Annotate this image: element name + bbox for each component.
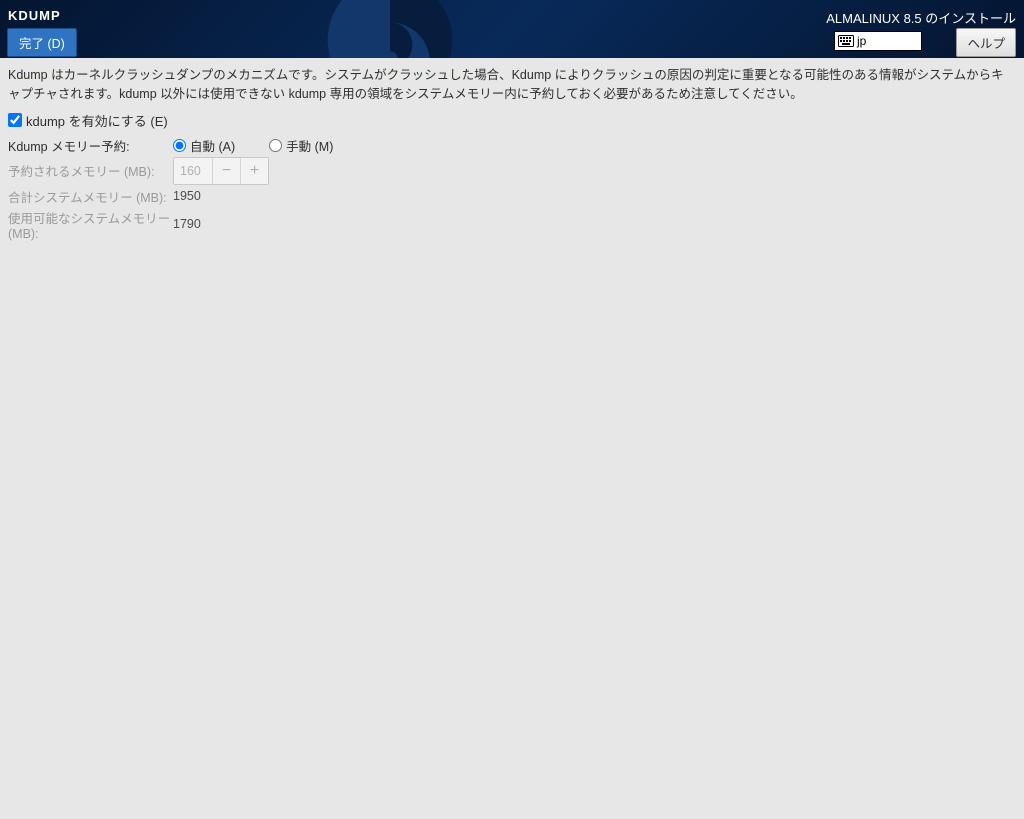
brand-swirl-icon [310, 0, 470, 58]
help-button[interactable]: ヘルプ [956, 28, 1016, 57]
keyboard-layout-label: jp [857, 34, 866, 48]
memory-reservation-manual-label: 手動 (M) [286, 136, 333, 155]
content-area: Kdump はカーネルクラッシュダンプのメカニズムです。システムがクラッシュした… [0, 58, 1024, 249]
keyboard-icon [838, 35, 854, 47]
total-memory-value: 1950 [173, 189, 1016, 203]
page-title: KDUMP [8, 8, 61, 23]
kdump-description: Kdump はカーネルクラッシュダンプのメカニズムです。システムがクラッシュした… [8, 66, 1016, 105]
memory-reservation-auto-radio[interactable] [173, 139, 186, 152]
memory-reservation-radio-group: 自動 (A) 手動 (M) [173, 136, 1016, 155]
total-memory-label: 合計システムメモリー (MB): [8, 187, 173, 206]
memory-reservation-label: Kdump メモリー予約: [8, 136, 173, 155]
memory-reservation-manual-radio[interactable] [269, 139, 282, 152]
done-button[interactable]: 完了 (D) [7, 28, 77, 57]
usable-memory-value: 1790 [173, 217, 1016, 231]
reserved-memory-decrement-button: − [212, 158, 240, 184]
reserved-memory-spinner: − + [173, 157, 269, 185]
reserved-memory-input [174, 158, 212, 184]
keyboard-layout-selector[interactable]: jp [834, 31, 922, 51]
header: KDUMP 完了 (D) ALMALINUX 8.5 のインストール jp ヘル… [0, 0, 1024, 58]
memory-reservation-auto-label: 自動 (A) [190, 136, 235, 155]
enable-kdump-checkbox[interactable] [8, 113, 22, 127]
enable-kdump-label: kdump を有効にする (E) [26, 111, 168, 130]
reserved-memory-increment-button: + [240, 158, 268, 184]
usable-memory-label: 使用可能なシステムメモリー (MB): [8, 208, 173, 241]
install-title: ALMALINUX 8.5 のインストール [826, 8, 1016, 27]
reserved-memory-label: 予約されるメモリー (MB): [8, 161, 173, 180]
